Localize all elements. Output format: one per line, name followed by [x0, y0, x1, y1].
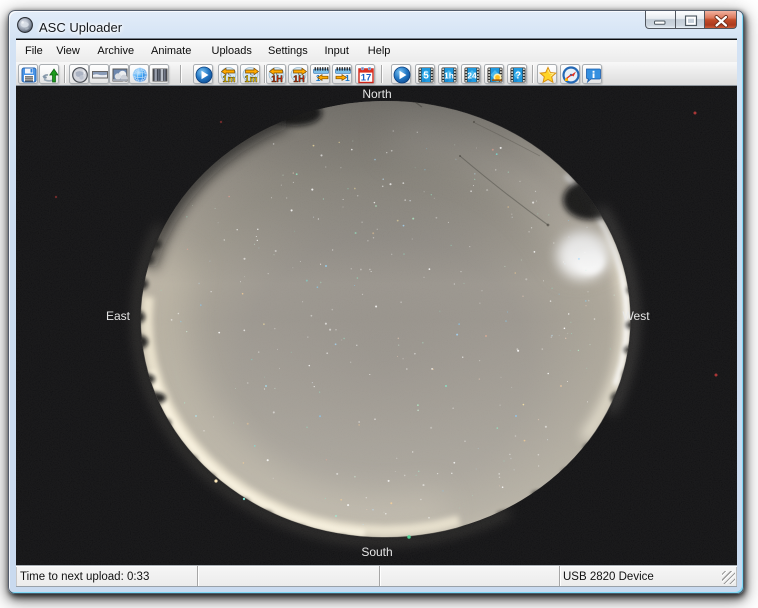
svg-text:North: North [362, 87, 391, 101]
svg-text:24: 24 [467, 71, 477, 81]
svg-text:East: East [106, 309, 131, 323]
svg-text:17: 17 [360, 73, 371, 84]
svg-text:5: 5 [423, 71, 429, 82]
svg-text:1m: 1m [244, 74, 257, 84]
svg-text:South: South [361, 545, 392, 559]
svg-text:1h: 1h [444, 71, 454, 81]
svg-text:1m: 1m [222, 74, 235, 84]
svg-text:1H: 1H [271, 74, 283, 84]
svg-text:West: West [622, 309, 650, 323]
svg-text:1H: 1H [293, 74, 305, 84]
svg-text:?: ? [515, 71, 521, 82]
